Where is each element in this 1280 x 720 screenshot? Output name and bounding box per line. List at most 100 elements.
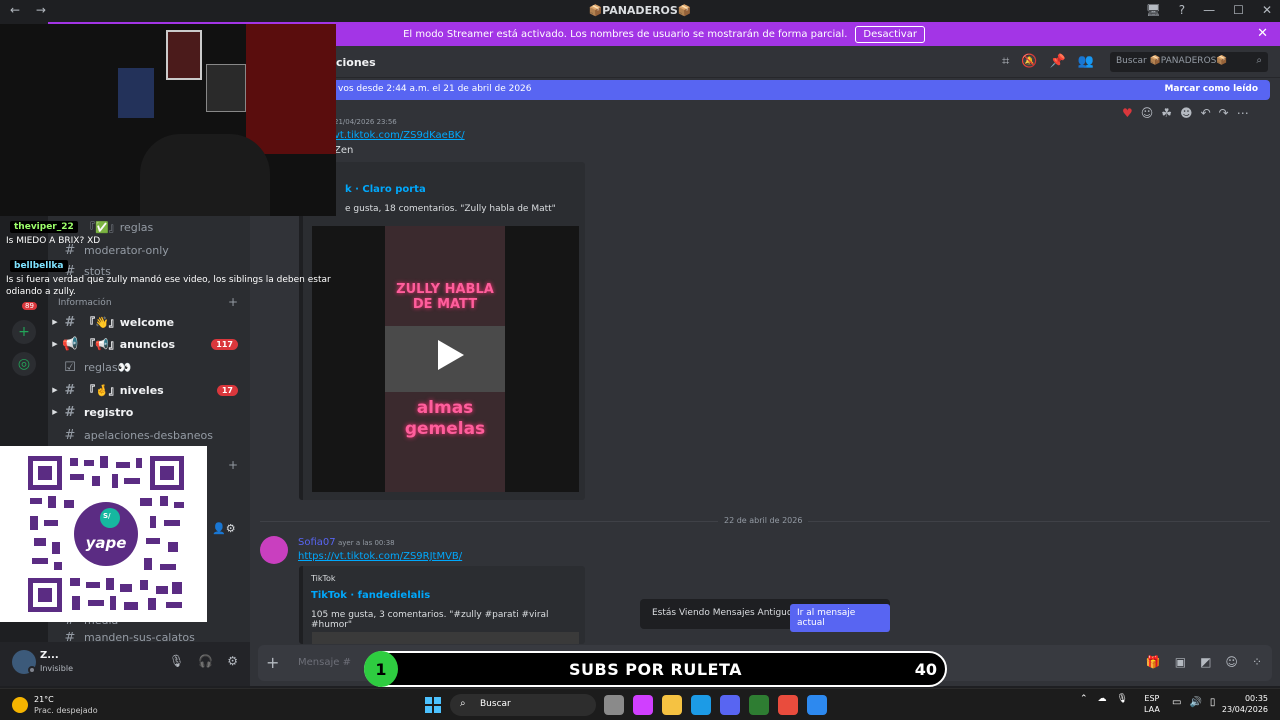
window-title: 📦PANADEROS📦	[588, 4, 692, 17]
taskbar-search[interactable]: ⌕ Buscar	[450, 694, 596, 716]
chat-message: Is MIEDO A BRIX? XD	[6, 236, 101, 246]
pin-icon[interactable]: 📌	[1050, 54, 1066, 69]
unread-arrow-icon: ▶	[52, 408, 58, 416]
disable-streamer-mode-button[interactable]: Desactivar	[855, 25, 925, 43]
maximize-button[interactable]: ☐	[1233, 3, 1244, 17]
microphone-icon[interactable]: 🎙	[169, 654, 184, 668]
mute-bell-icon[interactable]: 🔕	[1021, 54, 1037, 69]
system-tray: ⌃ ☁ 🎙	[1080, 694, 1128, 704]
forward-icon[interactable]: ↷	[1219, 106, 1229, 120]
embed-title[interactable]: k · Claro porta	[345, 184, 426, 195]
pepe-reaction-icon[interactable]: ☘	[1161, 106, 1172, 120]
app-icon[interactable]	[778, 695, 798, 715]
chat-username: bellbellka	[10, 260, 68, 272]
sticker-icon[interactable]: ◩	[1200, 655, 1211, 669]
laugh-reaction-icon[interactable]: ☺	[1141, 106, 1154, 120]
mention-badge: 17	[216, 384, 238, 396]
discover-icon[interactable]: ◎	[12, 352, 36, 376]
gif-icon[interactable]: ▣	[1175, 655, 1186, 669]
app-icon[interactable]	[807, 695, 827, 715]
channel-item-apelaciones-desbaneos[interactable]: # apelaciones-desbaneos	[48, 424, 250, 446]
app-icon[interactable]	[749, 695, 769, 715]
channel-item-welcome[interactable]: ▶ # 『👋』 welcome	[48, 311, 250, 333]
task-view-icon[interactable]	[604, 695, 624, 715]
reply-icon[interactable]: ↶	[1201, 106, 1211, 120]
copilot-icon[interactable]	[633, 695, 653, 715]
channel-item-niveles[interactable]: ▶ # 『🤞』 niveles 17	[48, 379, 250, 401]
add-server-icon[interactable]: +	[12, 320, 36, 344]
channel-label: niveles	[119, 383, 164, 397]
members-icon[interactable]: 👥	[1078, 54, 1094, 69]
embed-title[interactable]: TikTok · fandedielalis	[311, 590, 430, 601]
voice-settings-icons[interactable]: 👤⚙	[212, 522, 236, 535]
hash-icon: #	[64, 382, 76, 398]
attach-plus-icon[interactable]: +	[266, 653, 279, 672]
video-preview[interactable]	[312, 632, 579, 644]
yape-symbol: S/	[103, 512, 111, 520]
embed-description: e gusta, 18 comentarios. "Zully habla de…	[345, 204, 556, 214]
edge-icon[interactable]	[691, 695, 711, 715]
megaphone-icon: 📢	[62, 336, 79, 352]
tiktok-embed: TikTok TikTok · fandedielalis 105 me gus…	[299, 566, 585, 644]
message-link[interactable]: https://vt.tiktok.com/ZS9RJtMVB/	[298, 551, 462, 562]
channel-prefix: 『👋』	[84, 316, 120, 329]
threads-icon[interactable]: ⌗	[1002, 54, 1009, 69]
webcam-overlay	[0, 24, 336, 216]
channel-item-manden-sus-calatos[interactable]: # manden-sus-calatos	[48, 632, 250, 642]
language-layout: LAA	[1144, 705, 1160, 714]
channel-item-anuncios[interactable]: ▶ 📢 『📢』 anuncios 117	[48, 333, 250, 355]
windows-start-icon[interactable]	[425, 697, 441, 713]
message-author[interactable]: Sofia07	[298, 537, 336, 548]
taskbar-search-label: Buscar	[480, 699, 511, 709]
clock[interactable]: 00:35 23/04/2026	[1222, 693, 1268, 715]
minimize-button[interactable]: —	[1203, 3, 1215, 17]
play-icon[interactable]	[432, 338, 466, 372]
message-text: Zen	[334, 145, 354, 156]
battery-icon: ▯	[1209, 697, 1216, 708]
channel-name: ciones	[336, 56, 376, 69]
channel-label: registro	[84, 405, 134, 419]
new-messages-bar[interactable]: vos desde 2:44 a.m. el 21 de abril de 20…	[260, 80, 1270, 100]
apps-icon[interactable]: ⁘	[1252, 655, 1262, 669]
close-window-button[interactable]: ✕	[1262, 3, 1272, 17]
message-link[interactable]: vt.tiktok.com/ZS9dKaeBK/	[334, 130, 465, 141]
add-reaction-icon[interactable]: ☻	[1180, 106, 1193, 120]
add-channel-icon[interactable]: +	[228, 458, 238, 472]
heart-reaction-icon[interactable]: ♥	[1122, 106, 1133, 120]
volume-icon: 🔊	[1189, 697, 1202, 708]
mark-as-read-button[interactable]: Marcar como leído	[1164, 84, 1258, 94]
close-icon[interactable]: ✕	[1257, 26, 1268, 41]
jump-to-present-button[interactable]: Ir al mensaje actual	[790, 604, 890, 632]
chevron-up-icon[interactable]: ⌃	[1080, 694, 1088, 704]
onedrive-icon[interactable]: ☁	[1098, 694, 1107, 704]
language-code: ESP	[1144, 694, 1160, 703]
inbox-icon[interactable]: 🖥	[1146, 3, 1161, 17]
settings-gear-icon[interactable]: ⚙	[227, 654, 238, 668]
help-icon[interactable]: ?	[1179, 3, 1185, 17]
webcam-poster	[118, 68, 154, 118]
tray-status-icons[interactable]: ▭ 🔊 ▯	[1172, 697, 1215, 708]
channel-label: welcome	[119, 315, 175, 329]
avatar[interactable]	[260, 536, 288, 564]
video-caption-top: ZULLY HABLA DE MATT	[396, 282, 494, 312]
channel-item-registro[interactable]: ▶ # registro	[48, 401, 250, 423]
language-indicator[interactable]: ESP LAA	[1144, 693, 1160, 715]
user-status: Invisible	[40, 664, 73, 673]
emoji-icon[interactable]: ☺	[1225, 655, 1238, 669]
gift-icon[interactable]: 🎁	[1146, 655, 1161, 669]
microphone-icon[interactable]: 🎙	[1117, 694, 1128, 704]
roulette-label: SUBS POR RULETA	[568, 660, 742, 679]
mention-badge: 117	[211, 338, 238, 350]
file-explorer-icon[interactable]	[662, 695, 682, 715]
roulette-count: 40	[914, 660, 937, 679]
search-icon: ⌕	[460, 698, 466, 709]
date-divider: 22 de abril de 2026	[718, 516, 809, 525]
headphones-icon[interactable]: 🎧	[198, 654, 213, 668]
more-options-icon[interactable]: ⋯	[1237, 106, 1249, 120]
search-input[interactable]: Buscar 📦PANADEROS📦 ⌕	[1110, 52, 1268, 72]
webcam-red-light	[246, 24, 336, 154]
channel-item-reglas-rules[interactable]: ☑ reglas👀	[48, 356, 250, 378]
old-messages-notice: Estás Viendo Mensajes Antiguos Ir al men…	[640, 599, 890, 632]
webcam-poster	[166, 30, 202, 80]
discord-icon[interactable]	[720, 695, 740, 715]
